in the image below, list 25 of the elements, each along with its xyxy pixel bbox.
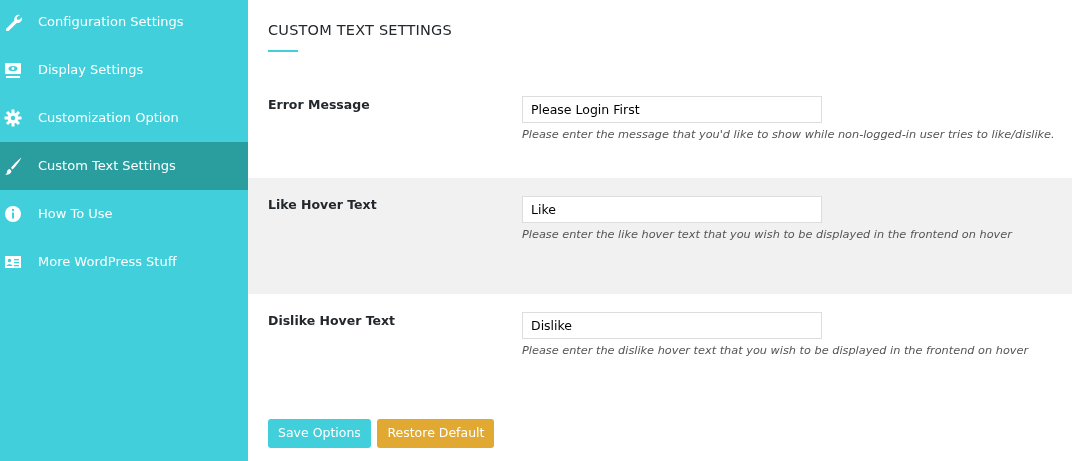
field-label: Like Hover Text bbox=[268, 195, 378, 214]
brush-icon bbox=[4, 157, 22, 175]
gear-icon bbox=[4, 109, 22, 127]
sidebar-item[interactable]: Display Settings bbox=[0, 46, 248, 94]
field-label: Error Message bbox=[268, 95, 371, 114]
id-card-icon bbox=[4, 253, 22, 271]
sidebar-item[interactable]: More WordPress Stuff bbox=[0, 238, 248, 286]
input-field[interactable]: Dislike bbox=[522, 311, 822, 339]
monitor-icon bbox=[4, 61, 22, 79]
input-field[interactable]: Please Login First bbox=[522, 95, 822, 123]
heading-underline bbox=[268, 49, 298, 52]
info-icon bbox=[4, 205, 22, 223]
save-button[interactable]: Save Options bbox=[268, 418, 371, 448]
sidebar-item[interactable]: How To Use bbox=[0, 190, 248, 238]
help-text: Please enter the like hover text that you wish to be displayed in the frontend on hover bbox=[522, 226, 1012, 243]
help-text: Please enter the message that you'd like to show while non-logged-in user tries to like/dislike. bbox=[522, 126, 1055, 143]
restore-button[interactable]: Restore Default bbox=[377, 418, 495, 448]
section-heading: CUSTOM TEXT SETTINGS bbox=[268, 21, 452, 40]
sidebar-item[interactable]: Configuration Settings bbox=[0, 0, 248, 46]
help-text: Please enter the dislike hover text that you wish to be displayed in the frontend on hover bbox=[522, 342, 1029, 359]
sidebar-item[interactable]: Customization Option bbox=[0, 94, 248, 142]
field-label: Dislike Hover Text bbox=[268, 311, 397, 330]
input-field[interactable]: Like bbox=[522, 195, 822, 223]
sidebar-item[interactable]: Custom Text Settings bbox=[0, 142, 248, 190]
wrench-icon bbox=[4, 13, 22, 31]
